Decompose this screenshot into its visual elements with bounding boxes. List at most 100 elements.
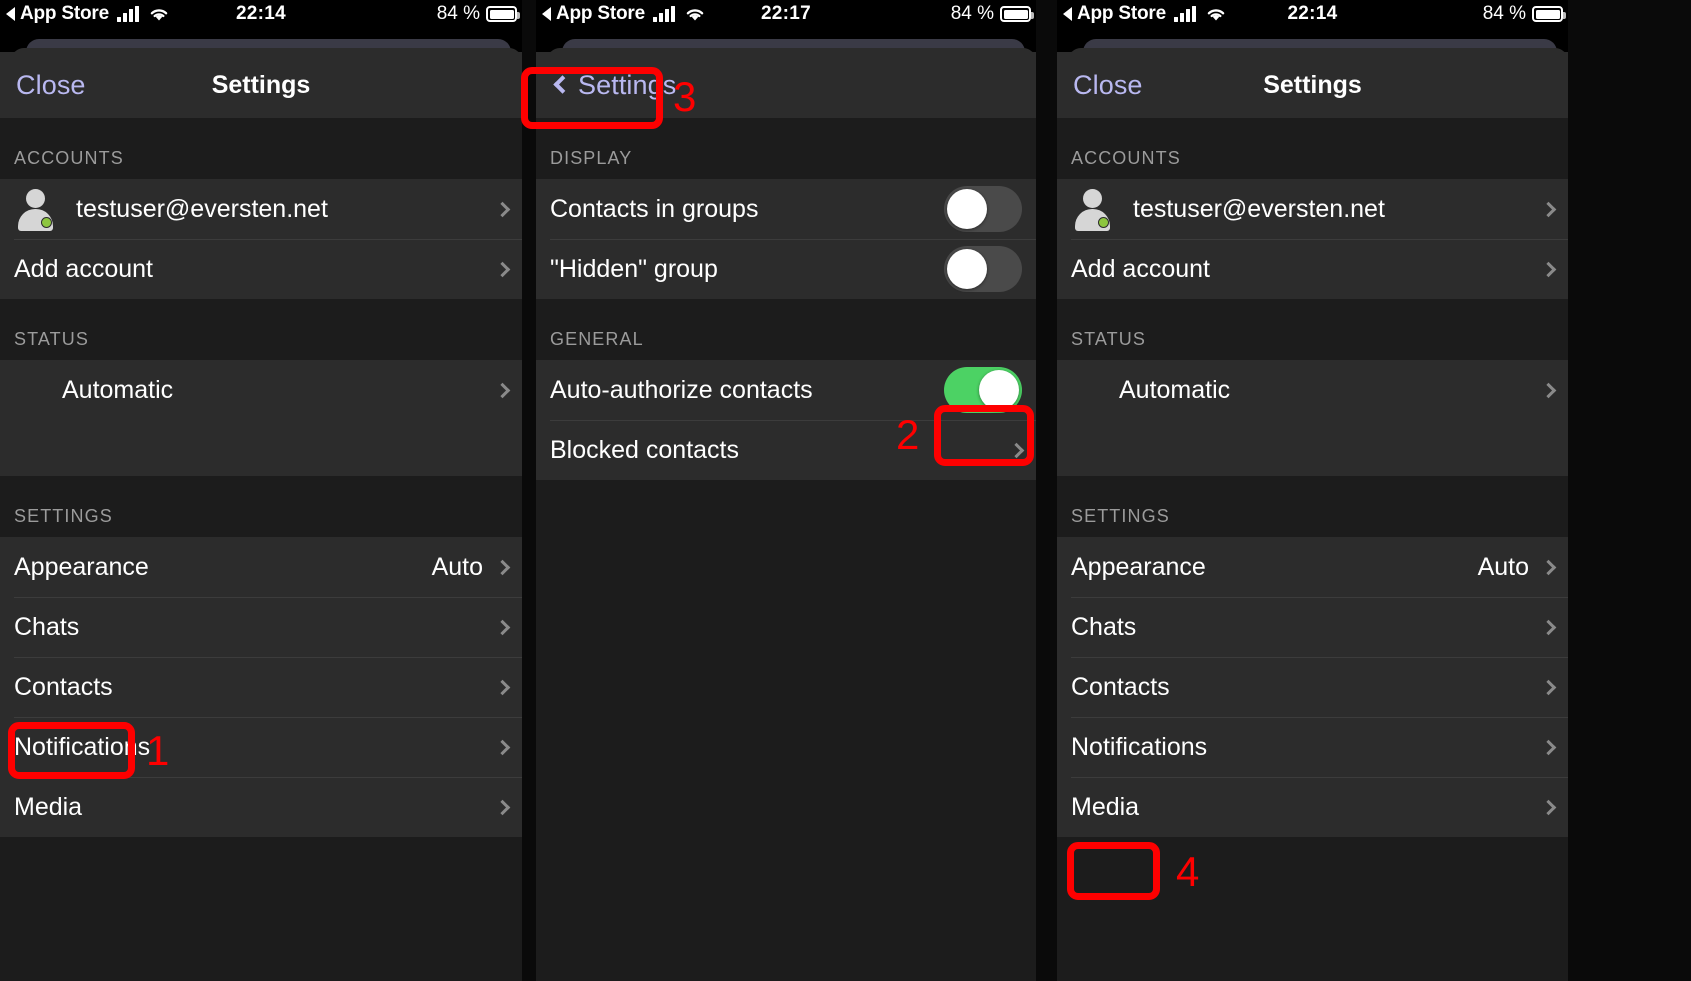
chevron-right-icon: [1540, 382, 1557, 398]
status-automatic-row[interactable]: Automatic: [1057, 360, 1568, 420]
group-status: Automatic: [0, 360, 522, 476]
battery-icon: [486, 6, 520, 22]
group-status: Automatic: [1057, 360, 1568, 476]
navigation-bar: Close Settings: [0, 52, 522, 118]
account-email-label: testuser@eversten.net: [1133, 194, 1385, 223]
sidebar-item-appearance[interactable]: Appearance Auto: [0, 537, 522, 597]
add-account-row[interactable]: Add account: [0, 239, 522, 299]
group-settings: Appearance Auto Chats Contacts Notificat…: [1057, 537, 1568, 837]
status-bar: App Store 22:17 84 %: [536, 0, 1036, 30]
setting-contacts-in-groups[interactable]: Contacts in groups: [536, 179, 1036, 239]
auto-authorize-contacts-toggle[interactable]: [944, 367, 1022, 413]
step-number-1: 1: [146, 727, 170, 774]
chevron-right-icon: [1540, 261, 1557, 277]
chevron-left-icon: [553, 75, 572, 94]
account-row[interactable]: testuser@eversten.net: [1057, 179, 1568, 239]
avatar: [1071, 187, 1115, 231]
chevron-right-icon: [494, 739, 511, 755]
battery-percent-label: 84 %: [950, 3, 994, 24]
add-account-label: Add account: [1071, 254, 1210, 283]
section-header-general: GENERAL: [536, 299, 1036, 360]
sheet-card-stack: [0, 30, 522, 68]
chevron-right-icon: [494, 619, 511, 635]
phone-screen-settings-before: App Store 22:14 84 % Close Settings ACCO…: [0, 0, 522, 981]
battery-icon: [1000, 6, 1034, 22]
sidebar-item-media[interactable]: Media: [1057, 777, 1568, 837]
setting-auto-authorize-contacts[interactable]: Auto-authorize contacts: [536, 360, 1036, 420]
chevron-right-icon: [1540, 799, 1557, 815]
navigation-bar: Close Settings: [1057, 52, 1568, 118]
sidebar-item-appearance[interactable]: Appearance Auto: [1057, 537, 1568, 597]
setting-hidden-group[interactable]: "Hidden" group: [536, 239, 1036, 299]
back-button-label: Settings: [578, 69, 677, 100]
status-automatic-row[interactable]: Automatic: [0, 360, 522, 420]
sidebar-item-notifications[interactable]: Notifications: [0, 717, 522, 777]
settings-list[interactable]: ACCOUNTS testuser@eversten.net Add accou…: [0, 118, 522, 981]
account-row[interactable]: testuser@eversten.net: [0, 179, 522, 239]
sidebar-item-notifications[interactable]: Notifications: [1057, 717, 1568, 777]
chats-label: Chats: [1071, 612, 1137, 641]
sidebar-item-chats[interactable]: Chats: [0, 597, 522, 657]
contacts-in-groups-toggle[interactable]: [944, 186, 1022, 232]
step-number-4: 4: [1176, 848, 1200, 895]
navigation-bar: Settings: [536, 52, 1036, 118]
contacts-settings-list[interactable]: DISPLAY Contacts in groups "Hidden" grou…: [536, 118, 1036, 981]
status-automatic-label: Automatic: [1119, 375, 1231, 404]
contacts-label: Contacts: [14, 672, 113, 701]
status-automatic-label: Automatic: [62, 375, 174, 404]
phone-screen-contacts-settings: App Store 22:17 84 % Settings DISPLAY Co…: [536, 0, 1036, 981]
add-account-row[interactable]: Add account: [1057, 239, 1568, 299]
sheet-card-stack: [1057, 30, 1568, 68]
status-bar: App Store 22:14 84 %: [1057, 0, 1568, 30]
page-title: Settings: [211, 70, 311, 99]
sidebar-item-contacts[interactable]: Contacts: [1057, 657, 1568, 717]
status-bar: App Store 22:14 84 %: [0, 0, 522, 30]
section-header-display: DISPLAY: [536, 118, 1036, 179]
status-bar-right: 84 %: [1482, 3, 1566, 25]
chevron-right-icon: [1008, 442, 1025, 458]
setting-blocked-contacts[interactable]: Blocked contacts: [536, 420, 1036, 480]
section-header-status: STATUS: [1057, 299, 1568, 360]
appearance-value: Auto: [1477, 552, 1529, 581]
section-header-status: STATUS: [0, 299, 522, 360]
group-settings: Appearance Auto Chats Contacts Notificat…: [0, 537, 522, 837]
section-header-accounts: ACCOUNTS: [0, 118, 522, 179]
step-number-2: 2: [896, 411, 920, 458]
sidebar-item-media[interactable]: Media: [0, 777, 522, 837]
step-number-3: 3: [673, 73, 697, 120]
chevron-right-icon: [1540, 201, 1557, 217]
hidden-group-toggle[interactable]: [944, 246, 1022, 292]
settings-list[interactable]: ACCOUNTS testuser@eversten.net Add accou…: [1057, 118, 1568, 981]
chevron-right-icon: [1540, 679, 1557, 695]
presence-online-dot-icon: [1098, 217, 1109, 228]
group-accounts: testuser@eversten.net Add account: [1057, 179, 1568, 299]
notifications-label: Notifications: [1071, 732, 1208, 761]
page-title: Settings: [1263, 70, 1362, 99]
battery-icon: [1532, 6, 1566, 22]
media-label: Media: [14, 792, 83, 821]
appearance-label: Appearance: [1071, 552, 1206, 581]
add-account-label: Add account: [14, 254, 153, 283]
chevron-right-icon: [494, 559, 511, 575]
appearance-label: Appearance: [14, 552, 149, 581]
chevron-right-icon: [494, 382, 511, 398]
tutorial-screenshot-stage: App Store 22:14 84 % Close Settings ACCO…: [0, 0, 1691, 981]
sheet-card-stack: [536, 30, 1036, 68]
status-bar-right: 84 %: [437, 3, 520, 25]
presence-online-dot-icon: [41, 217, 52, 228]
section-header-settings: SETTINGS: [0, 476, 522, 537]
chevron-right-icon: [1540, 559, 1557, 575]
chevron-right-icon: [1540, 619, 1557, 635]
appearance-value: Auto: [431, 552, 483, 581]
blocked-contacts-label: Blocked contacts: [550, 435, 739, 464]
sidebar-item-chats[interactable]: Chats: [1057, 597, 1568, 657]
notifications-label: Notifications: [14, 732, 151, 761]
section-header-accounts: ACCOUNTS: [1057, 118, 1568, 179]
chevron-right-icon: [494, 679, 511, 695]
battery-percent-label: 84 %: [1482, 3, 1526, 24]
chevron-right-icon: [494, 799, 511, 815]
sidebar-item-contacts[interactable]: Contacts: [0, 657, 522, 717]
group-general: Auto-authorize contacts Blocked contacts: [536, 360, 1036, 480]
phone-screen-settings-after: App Store 22:14 84 % Close Settings ACCO…: [1057, 0, 1568, 981]
back-button[interactable]: Settings: [553, 69, 677, 101]
